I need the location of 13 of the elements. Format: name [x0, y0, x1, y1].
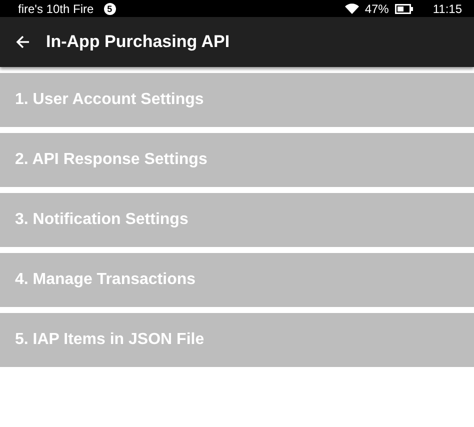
menu-item[interactable]: 5. IAP Items in JSON File — [0, 313, 474, 367]
clock: 11:15 — [432, 2, 462, 16]
screen-title: In-App Purchasing API — [46, 32, 230, 52]
battery-icon — [394, 4, 413, 14]
menu-item[interactable]: 2. API Response Settings — [0, 133, 474, 187]
battery-percent: 47% — [364, 2, 389, 16]
menu-item[interactable]: 3. Notification Settings — [0, 193, 474, 247]
wifi-icon — [344, 3, 359, 14]
menu-item[interactable]: 1. User Account Settings — [0, 73, 474, 127]
device-name: fire's 10th Fire — [18, 2, 94, 16]
back-arrow-icon[interactable] — [16, 35, 30, 49]
menu-item[interactable]: 4. Manage Transactions — [0, 253, 474, 307]
notification-badge: 5 — [104, 2, 116, 14]
